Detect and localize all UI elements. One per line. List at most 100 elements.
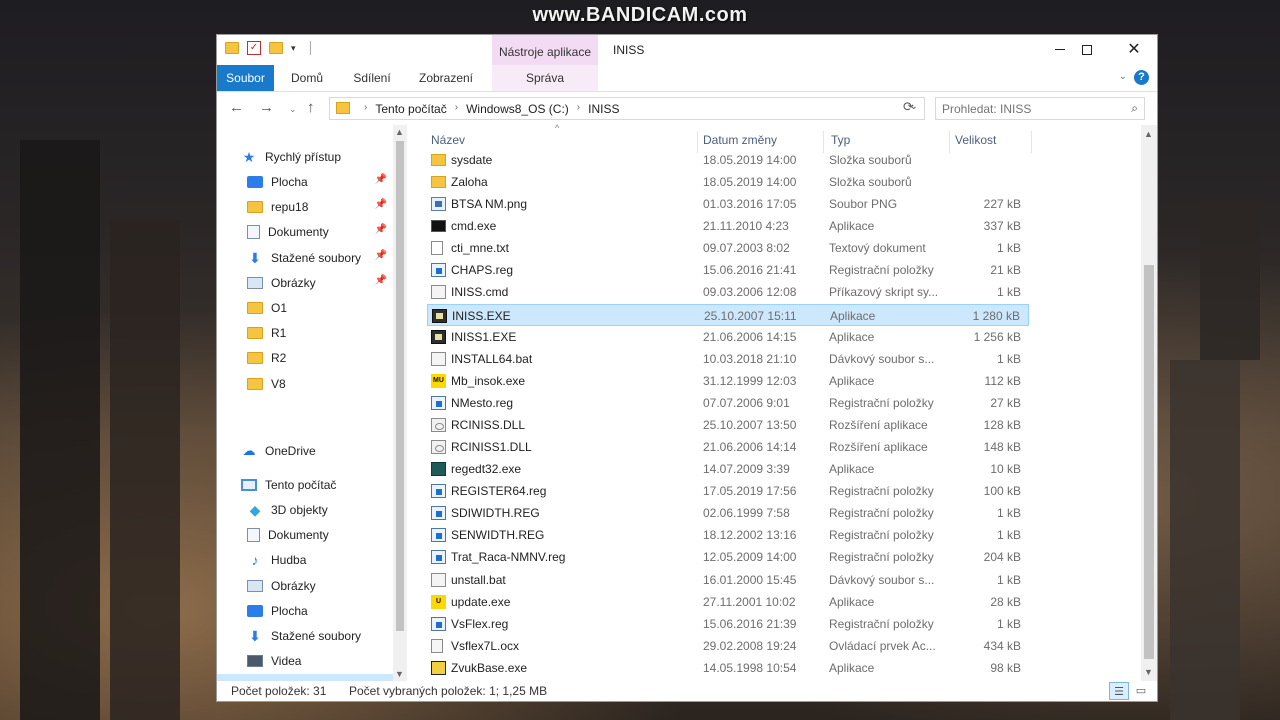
sidebar-item[interactable]: Dokumenty xyxy=(217,523,393,547)
file-row[interactable]: cmd.exe 21.11.2010 4:23 Aplikace 337 kB xyxy=(427,215,1029,237)
scrollbar-thumb[interactable] xyxy=(1144,265,1154,659)
file-row[interactable]: CHAPS.reg 15.06.2016 21:41 Registrační pol… xyxy=(427,259,1029,281)
file-row[interactable]: RCINISS1.DLL 21.06.2006 14:14 Rozšíření ap… xyxy=(427,436,1029,458)
tab-domu[interactable]: Domů xyxy=(283,65,331,91)
sidebar-item[interactable]: Plocha xyxy=(217,599,393,623)
sidebar-item[interactable]: repu18 📌 xyxy=(217,195,393,219)
maximize-button[interactable] xyxy=(1064,35,1110,65)
sidebar-item-this-pc[interactable]: Tento počítač xyxy=(217,473,393,497)
sidebar-item[interactable]: ⬇ Stažené soubory 📌 xyxy=(217,246,393,270)
file-row[interactable]: BTSA NM.png 01.03.2016 17:05 Soubor PNG 227… xyxy=(427,193,1029,215)
file-row[interactable]: INISS1.EXE 21.06.2006 14:15 Aplikace 1 256 … xyxy=(427,326,1029,348)
address-bar[interactable]: › Tento počítač › Windows8_OS (C:) › INI… xyxy=(329,97,925,120)
file-row[interactable]: ZvukBase.exe 14.05.1998 10:54 Aplikace 98 k… xyxy=(427,657,1029,679)
file-row[interactable]: SDIWIDTH.REG 02.06.1999 7:58 Registrační p… xyxy=(427,502,1029,524)
crumb-separator[interactable]: › xyxy=(455,102,458,116)
crumb-separator[interactable]: › xyxy=(364,102,367,116)
sidebar-item[interactable]: V8 xyxy=(217,372,393,396)
file-row[interactable]: Trat_Raca-NMNV.reg 12.05.2009 14:00 Regist… xyxy=(427,546,1029,568)
sidebar-item[interactable]: Dokumenty 📌 xyxy=(217,220,393,244)
column-type-header[interactable]: Typ xyxy=(831,133,850,147)
file-row[interactable]: Uupdate.exe 27.11.2001 10:02 Aplikace 28 kB xyxy=(427,591,1029,613)
scroll-up-icon[interactable]: ▲ xyxy=(1144,129,1153,139)
breadcrumb-this-pc[interactable]: Tento počítač xyxy=(375,102,446,116)
customize-toolbar-icon[interactable]: ▾ xyxy=(291,43,296,54)
folder-icon[interactable] xyxy=(225,42,239,54)
file-row[interactable]: NMesto.reg 07.07.2006 9:01 Registrační pol… xyxy=(427,392,1029,414)
scroll-up-icon[interactable]: ▲ xyxy=(395,127,404,137)
file-row[interactable]: VsFlex.reg 15.06.2016 21:39 Registrační po… xyxy=(427,613,1029,635)
tab-sdileni[interactable]: Sdílení xyxy=(345,65,399,91)
column-size-header[interactable]: Velikost xyxy=(955,133,996,147)
sidebar-scrollbar[interactable]: ▲ ▼ xyxy=(393,125,407,681)
crumb-separator[interactable]: › xyxy=(577,102,580,116)
sidebar-item-label: O1 xyxy=(271,301,288,315)
sidebar-item-quick-access[interactable]: ★ Rychlý přístup xyxy=(217,145,393,169)
scroll-down-icon[interactable]: ▼ xyxy=(395,669,404,679)
expand-ribbon-icon[interactable]: ⌄ xyxy=(1119,71,1127,82)
file-row[interactable]: regedt32.exe 14.07.2009 3:39 Aplikace 10 kB xyxy=(427,458,1029,480)
file-size: 112 kB xyxy=(984,373,1021,388)
scrollbar-thumb[interactable] xyxy=(396,141,404,631)
file-regedt-icon xyxy=(431,462,446,477)
file-row[interactable]: INISS.EXE 25.10.2007 15:11 Aplikace 1 280 k… xyxy=(427,303,1029,326)
file-row[interactable]: SENWIDTH.REG 18.12.2002 13:16 Registrační … xyxy=(427,524,1029,546)
tab-soubor[interactable]: Soubor xyxy=(217,65,274,91)
up-icon[interactable]: ↑ xyxy=(307,99,315,116)
file-row[interactable]: cti_mne.txt 09.07.2003 8:02 Textový dokume… xyxy=(427,237,1029,259)
sidebar-item[interactable]: ♪ Hudba xyxy=(217,548,393,572)
file-type: Rozšíření aplikace xyxy=(829,440,928,455)
properties-icon[interactable]: ✓ xyxy=(247,41,261,55)
file-row[interactable]: Zaloha 18.05.2019 14:00 Složka souborů xyxy=(427,171,1029,193)
file-name: INISS.cmd xyxy=(451,285,509,300)
file-row[interactable]: unstall.bat 16.01.2000 15:45 Dávkový soubo… xyxy=(427,569,1029,591)
file-name: INSTALL64.bat xyxy=(451,351,533,366)
sidebar-item[interactable]: Videa xyxy=(217,649,393,673)
sidebar-item[interactable]: Obrázky xyxy=(217,574,393,598)
pin-icon[interactable]: 📌 xyxy=(375,174,387,185)
search-input[interactable] xyxy=(936,98,1116,119)
back-icon[interactable]: ← xyxy=(229,99,244,116)
sidebar-item[interactable]: O1 xyxy=(217,296,393,320)
file-row[interactable]: RCINISS.DLL 25.10.2007 13:50 Rozšíření apl… xyxy=(427,414,1029,436)
details-view-icon[interactable]: ☰ xyxy=(1109,682,1129,700)
pin-icon[interactable]: 📌 xyxy=(375,250,387,261)
large-icons-view-icon[interactable]: ▭ xyxy=(1131,682,1151,700)
pin-icon[interactable]: 📌 xyxy=(375,224,387,235)
sidebar-item-onedrive[interactable]: ☁ OneDrive xyxy=(217,439,393,463)
navigation-bar: ← → ⌄ ↑ › Tento počítač › Windows8_OS (C… xyxy=(217,93,1157,125)
file-row[interactable]: INSTALL64.bat 10.03.2018 21:10 Dávkový sou… xyxy=(427,348,1029,370)
close-button[interactable]: ✕ xyxy=(1111,35,1157,65)
recent-locations-icon[interactable]: ⌄ xyxy=(289,104,297,115)
file-row[interactable]: REGISTER64.reg 17.05.2019 17:56 Registračn… xyxy=(427,480,1029,502)
sidebar-item[interactable]: Obrázky 📌 xyxy=(217,271,393,295)
refresh-icon[interactable]: ⟳ xyxy=(903,99,914,115)
sidebar-item[interactable]: ◆ 3D objekty xyxy=(217,498,393,522)
breadcrumb-iniss[interactable]: INISS xyxy=(588,102,619,116)
file-row[interactable]: sysdate 18.05.2019 14:00 Složka souborů xyxy=(427,149,1029,171)
search-icon[interactable]: ⌕ xyxy=(1131,101,1138,116)
file-row[interactable]: INISS.cmd 09.03.2006 12:08 Příkazový skrip… xyxy=(427,281,1029,303)
file-reg-icon xyxy=(431,550,446,565)
pin-icon[interactable]: 📌 xyxy=(375,199,387,210)
forward-icon[interactable]: → xyxy=(259,99,274,116)
column-name-header[interactable]: Název xyxy=(431,133,465,147)
tab-zobrazeni[interactable]: Zobrazení xyxy=(413,65,479,91)
scroll-down-icon[interactable]: ▼ xyxy=(1144,667,1153,677)
file-row[interactable]: Vsflex7L.ocx 29.02.2008 19:24 Ovládací prv… xyxy=(427,635,1029,657)
new-folder-icon[interactable] xyxy=(269,42,283,54)
file-row[interactable]: MU Mb_insok.exe 31.12.1999 12:03 Aplikace 11… xyxy=(427,370,1029,392)
column-divider[interactable] xyxy=(1031,131,1032,153)
help-icon[interactable]: ? xyxy=(1134,70,1149,85)
sidebar-item[interactable]: Plocha 📌 xyxy=(217,170,393,194)
sidebar-item[interactable]: R1 xyxy=(217,321,393,345)
file-reg-icon xyxy=(431,263,446,278)
breadcrumb-drive[interactable]: Windows8_OS (C:) xyxy=(466,102,569,116)
sidebar-item[interactable]: ⬇ Stažené soubory xyxy=(217,624,393,648)
search-box[interactable]: ⌕ xyxy=(935,97,1145,120)
tab-sprava[interactable]: Správa xyxy=(492,65,598,91)
sidebar-item[interactable]: R2 xyxy=(217,346,393,370)
file-list-scrollbar[interactable]: ▲ ▼ xyxy=(1141,125,1157,681)
pin-icon[interactable]: 📌 xyxy=(375,275,387,286)
column-date-header[interactable]: Datum změny xyxy=(703,133,777,147)
